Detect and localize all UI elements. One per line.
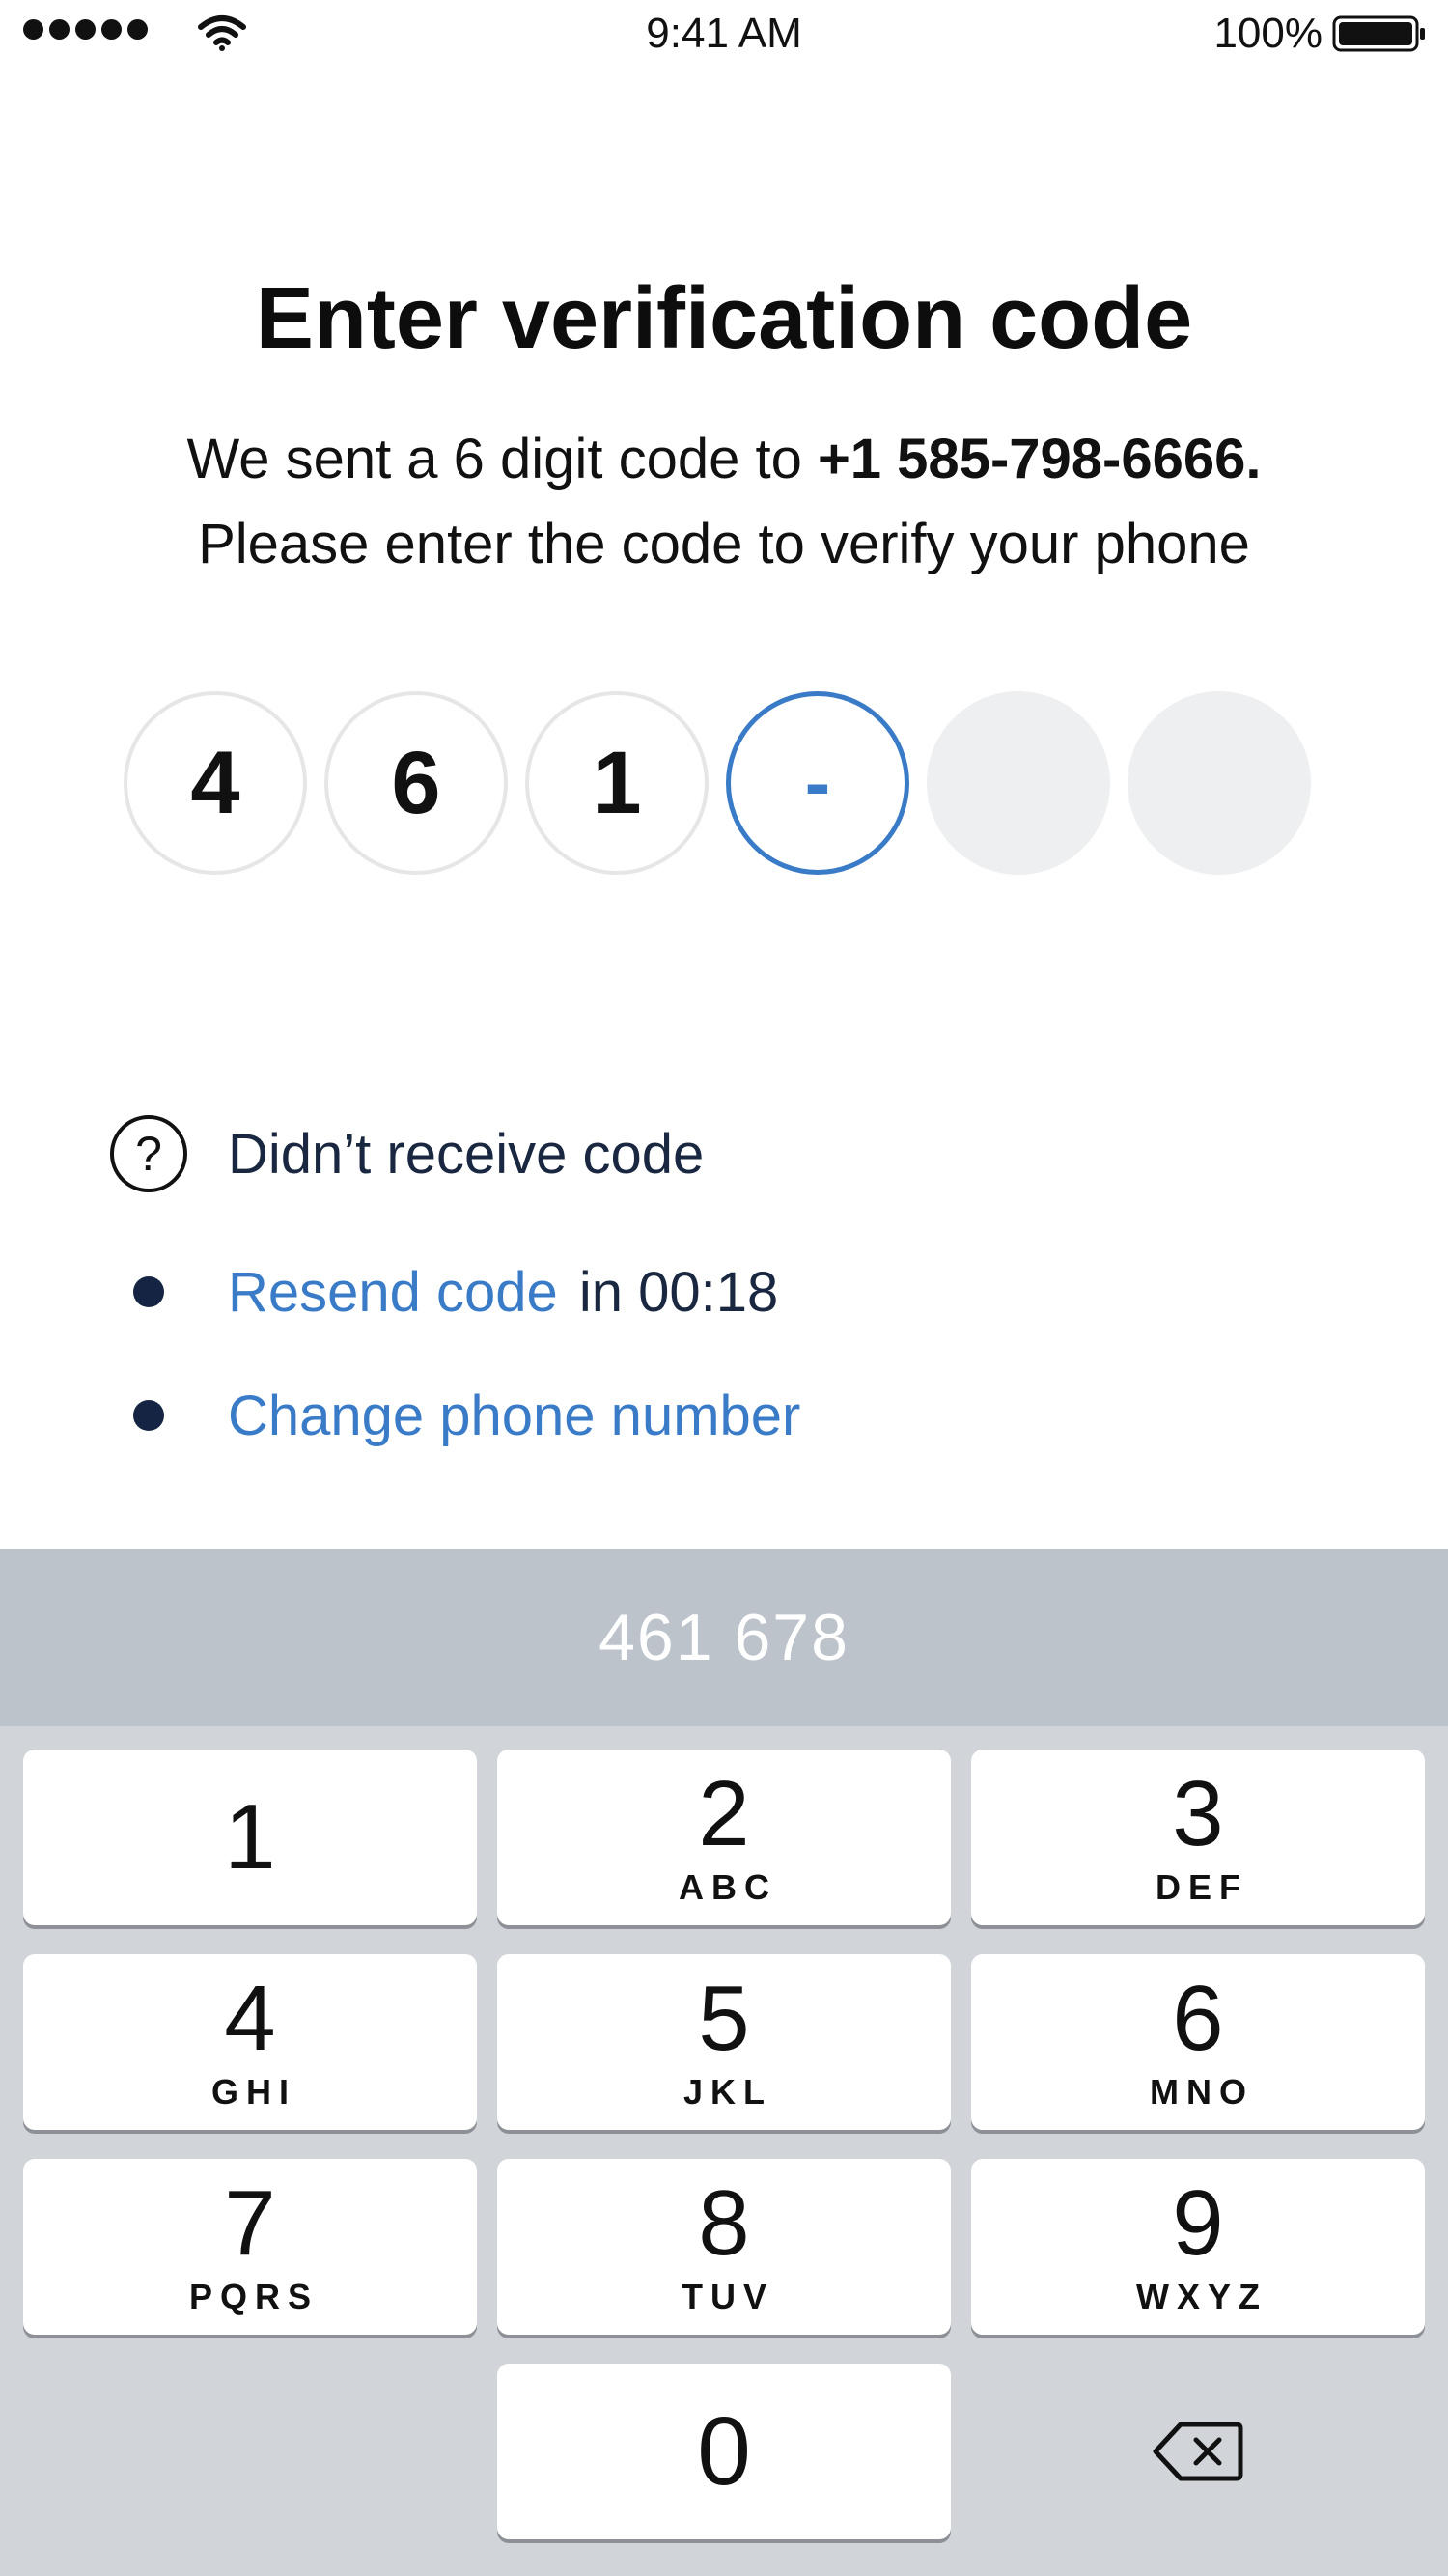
code-input[interactable]: 4 6 1 - (124, 691, 1311, 875)
battery-full-icon (1332, 15, 1425, 52)
delete-key[interactable] (971, 2364, 1425, 2539)
key-letters: MNO (1150, 2072, 1254, 2112)
subtitle-prefix: We sent a 6 digit code to (186, 428, 818, 490)
resend-code-link[interactable]: Resend code (228, 1260, 558, 1325)
subtitle-line-1: We sent a 6 digit code to +1 585-798-666… (0, 417, 1448, 502)
key-2[interactable]: 2 ABC (497, 1750, 951, 1925)
status-bar: 9:41 AM 100% (0, 0, 1448, 68)
subtitle-line-2: Please enter the code to verify your pho… (198, 513, 1250, 575)
key-letters: GHI (210, 2072, 296, 2112)
key-letters: WXYZ (1136, 2277, 1267, 2316)
key-3[interactable]: 3 DEF (971, 1750, 1425, 1925)
key-digit: 8 (698, 2171, 750, 2275)
backspace-icon (1153, 2422, 1243, 2481)
keyboard-suggestion[interactable]: 461 678 (0, 1549, 1448, 1726)
key-digit: 3 (1172, 1762, 1224, 1865)
key-8[interactable]: 8 TUV (497, 2159, 951, 2335)
key-0[interactable]: 0 (497, 2364, 951, 2539)
key-4[interactable]: 4 GHI (23, 1954, 477, 2130)
page-title: Enter verification code (255, 270, 1193, 367)
key-digit: 5 (698, 1967, 750, 2070)
battery-percent: 100% (1213, 10, 1323, 57)
key-6[interactable]: 6 MNO (971, 1954, 1425, 2130)
key-7[interactable]: 7 PQRS (23, 2159, 477, 2335)
resend-countdown: in 00:18 (578, 1260, 779, 1324)
resend-row: Resend code in 00:18 (110, 1253, 778, 1330)
code-cell-6[interactable] (1128, 691, 1311, 875)
key-digit: 2 (698, 1762, 750, 1865)
key-9[interactable]: 9 WXYZ (971, 2159, 1425, 2335)
code-cell-1[interactable]: 4 (124, 691, 307, 875)
phone-number: +1 585-798-6666. (817, 428, 1262, 490)
key-letters: TUV (682, 2277, 774, 2316)
key-digit: 4 (224, 1967, 276, 2070)
subtitle: We sent a 6 digit code to +1 585-798-666… (0, 417, 1448, 587)
code-cell-3[interactable]: 1 (525, 691, 709, 875)
change-phone-row: Change phone number (110, 1377, 800, 1454)
help-title: Didn’t receive code (228, 1122, 705, 1186)
key-digit: 1 (224, 1785, 276, 1889)
key-5[interactable]: 5 JKL (497, 1954, 951, 2130)
bullet-icon (110, 1253, 187, 1330)
key-letters: JKL (682, 2072, 772, 2112)
help-header: ? Didn’t receive code (110, 1110, 704, 1197)
bullet-icon (110, 1377, 187, 1454)
key-1[interactable]: 1 (23, 1750, 477, 1925)
key-digit: 9 (1172, 2171, 1224, 2275)
code-cell-5[interactable] (927, 691, 1110, 875)
numeric-keypad: 1 2 ABC 3 DEF 4 GHI 5 JKL 6 MNO 7 PQRS 8… (0, 1726, 1448, 2576)
key-digit: 6 (1172, 1967, 1224, 2070)
key-letters: ABC (679, 1867, 777, 1907)
key-letters: DEF (1156, 1867, 1248, 1907)
code-cell-4[interactable]: - (726, 691, 909, 875)
key-letters: PQRS (188, 2277, 320, 2316)
code-cell-2[interactable]: 6 (324, 691, 508, 875)
key-digit: 0 (697, 2397, 751, 2506)
key-digit: 7 (224, 2171, 276, 2275)
change-phone-link[interactable]: Change phone number (228, 1384, 800, 1448)
question-circle-icon: ? (110, 1115, 187, 1192)
